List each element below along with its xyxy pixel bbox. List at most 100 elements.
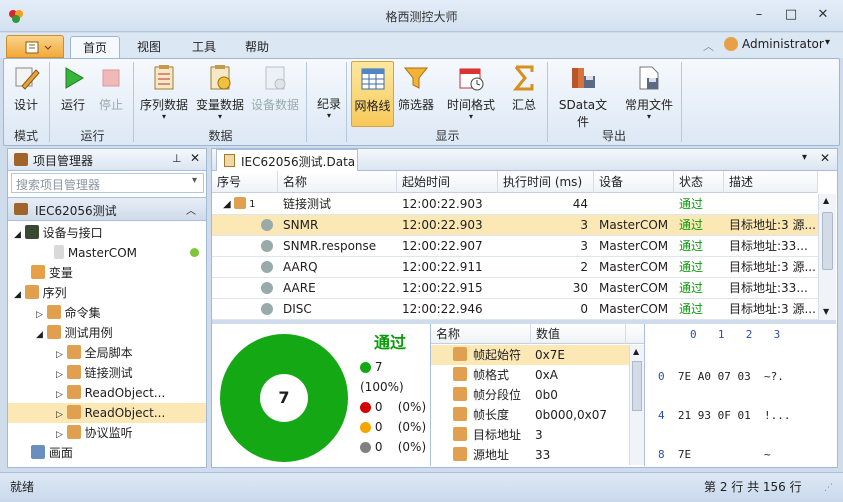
- tree-item-global-script[interactable]: ▷ 全局脚本: [8, 343, 206, 363]
- gridlines-toggle[interactable]: 网格线: [351, 61, 394, 127]
- table-row[interactable]: AARQ 12:00:22.911 2 MasterCOM 通过 目标地址:3 …: [212, 257, 818, 278]
- app-menu-button[interactable]: [6, 35, 64, 58]
- table-row[interactable]: SNMR.response 12:00:22.907 3 MasterCOM 通…: [212, 236, 818, 257]
- col-status[interactable]: 状态: [674, 171, 724, 193]
- props-col-value[interactable]: 数值: [531, 324, 626, 344]
- device-icon: [24, 225, 39, 239]
- tab-help[interactable]: 帮助: [233, 36, 281, 58]
- time-format-button[interactable]: 时间格式 ▾: [444, 61, 498, 121]
- project-panel-header: 项目管理器 ⊥ ✕: [8, 149, 206, 171]
- field-icon: [453, 347, 467, 361]
- sequence-data-button[interactable]: 序列数据 ▾: [138, 61, 190, 121]
- resize-grip-icon[interactable]: ⋰: [824, 483, 833, 493]
- sdata-file-button[interactable]: SData文件: [553, 61, 613, 129]
- legend-skip-icon: [360, 442, 371, 453]
- prop-row[interactable]: 目标地址 3: [431, 425, 629, 445]
- prop-row[interactable]: 帧分段位 0b0: [431, 385, 629, 405]
- stop-button[interactable]: 停止: [94, 61, 128, 121]
- tree-item-link-test[interactable]: ▷ 链接测试: [8, 363, 206, 383]
- run-button[interactable]: 运行: [56, 61, 90, 121]
- prop-row[interactable]: 帧长度 0b000,0x07: [431, 405, 629, 425]
- tree-item-readobject-2[interactable]: ▷ ReadObject...: [8, 403, 206, 423]
- legend-fail-icon: [360, 402, 371, 413]
- doc-close-icon[interactable]: ✕: [820, 151, 830, 165]
- filter-button[interactable]: 筛选器: [396, 61, 436, 121]
- collapse-ribbon-icon[interactable]: ︿: [703, 38, 714, 54]
- scroll-up-icon[interactable]: ▲: [633, 347, 639, 356]
- pin-icon[interactable]: ⊥: [172, 152, 182, 165]
- table-scrollbar[interactable]: ▲ ▼: [818, 194, 836, 320]
- common-file-button[interactable]: 常用文件 ▾: [622, 61, 676, 121]
- briefcase-icon: [14, 153, 28, 166]
- project-root[interactable]: IEC62056测试 ︿: [8, 197, 206, 221]
- data-file-icon: [224, 154, 235, 167]
- table-row[interactable]: DISC 12:00:22.946 0 MasterCOM 通过 目标地址:3 …: [212, 299, 818, 320]
- scroll-thumb[interactable]: [632, 361, 642, 411]
- folder-icon: [46, 325, 61, 339]
- collapse-icon[interactable]: ︿: [186, 202, 196, 217]
- panel-close-icon[interactable]: ✕: [190, 151, 200, 165]
- data-document-panel: IEC62056测试.Data ▾ ✕ 序号 名称 起始时间 执行时间 (ms)…: [211, 148, 838, 468]
- col-description[interactable]: 描述: [724, 171, 818, 193]
- tab-tools[interactable]: 工具: [180, 36, 228, 58]
- col-device[interactable]: 设备: [594, 171, 674, 193]
- command-icon: [261, 240, 273, 252]
- table-row[interactable]: SNMR 12:00:22.903 3 MasterCOM 通过 目标地址:3 …: [212, 215, 818, 236]
- doc-list-dropdown-icon[interactable]: ▾: [802, 152, 807, 163]
- tab-view[interactable]: 视图: [125, 36, 173, 58]
- close-icon[interactable]: ✕: [812, 6, 834, 24]
- col-index[interactable]: 序号: [212, 171, 278, 193]
- sum-icon: [510, 64, 538, 92]
- maximize-icon[interactable]: □: [780, 6, 802, 24]
- tree-item-screens[interactable]: 画面: [8, 443, 206, 463]
- user-name[interactable]: Administrator: [742, 37, 824, 51]
- group-mode: 模式: [13, 129, 38, 143]
- project-search-input[interactable]: 搜索项目管理器 ▾: [11, 173, 204, 193]
- search-dropdown-icon[interactable]: ▾: [192, 175, 197, 186]
- tree-item-protocol-monitor[interactable]: ▷ 协议监听: [8, 423, 206, 443]
- user-dropdown-icon[interactable]: ▾: [825, 37, 830, 48]
- legend-pass-icon: [360, 362, 371, 373]
- props-scrollbar[interactable]: ▲: [629, 345, 644, 465]
- command-icon: [261, 282, 273, 294]
- minimize-icon[interactable]: –: [748, 6, 770, 24]
- scroll-down-icon[interactable]: ▼: [823, 307, 829, 316]
- command-icon: [261, 219, 273, 231]
- tab-home[interactable]: 首页: [70, 36, 120, 58]
- record-button[interactable]: 纪录 ▾: [313, 61, 345, 121]
- prop-row[interactable]: 帧起始符 0x7E: [431, 345, 629, 365]
- pass-count: 7: [260, 374, 308, 422]
- tree-item-sequence[interactable]: ◢ 序列: [8, 283, 206, 303]
- doc-tab[interactable]: IEC62056测试.Data: [216, 149, 358, 171]
- filter-icon: [402, 64, 430, 92]
- scroll-thumb[interactable]: [822, 212, 833, 270]
- tree-item-variables[interactable]: 变量: [8, 263, 206, 283]
- group-export: 导出: [601, 129, 626, 143]
- tree-item-mastercom[interactable]: MasterCOM: [8, 243, 206, 263]
- table-row[interactable]: ◢ 1 链接测试 12:00:22.903 44 通过: [212, 194, 818, 215]
- panel-title: 项目管理器: [33, 154, 94, 168]
- summary-button[interactable]: 汇总: [506, 61, 542, 121]
- prop-row[interactable]: 帧格式 0xA: [431, 365, 629, 385]
- variable-data-button[interactable]: 变量数据 ▾: [194, 61, 246, 121]
- legend-warning-icon: [360, 422, 371, 433]
- row-indicator: 第 2 行 共 156 行: [704, 480, 802, 494]
- prop-row[interactable]: 源地址 33: [431, 445, 629, 465]
- project-tree: ◢ 设备与接口 MasterCOM 变量 ◢ 序列 ▷ 命令集 ◢ 测试用例 ▷…: [8, 223, 206, 463]
- table-row[interactable]: AARE 12:00:22.915 30 MasterCOM 通过 目标地址:3…: [212, 278, 818, 299]
- design-button[interactable]: 设计: [8, 61, 44, 121]
- col-exec-time[interactable]: 执行时间 (ms): [498, 171, 594, 193]
- scroll-up-icon[interactable]: ▲: [823, 196, 829, 205]
- tree-item-testcases[interactable]: ◢ 测试用例: [8, 323, 206, 343]
- col-start-time[interactable]: 起始时间: [397, 171, 498, 193]
- result-legend: 7 (100%) 0 (0%) 0 (0%) 0 (0%): [360, 360, 427, 454]
- grid-icon: [359, 65, 387, 93]
- field-icon: [453, 427, 467, 441]
- tree-item-commands[interactable]: ▷ 命令集: [8, 303, 206, 323]
- tree-item-readobject-1[interactable]: ▷ ReadObject...: [8, 383, 206, 403]
- summary-panel: 7 通过 7 (100%) 0 (0%) 0 (0%) 0 (0%): [212, 324, 427, 466]
- props-col-name[interactable]: 名称: [431, 324, 531, 344]
- tree-item-devices[interactable]: ◢ 设备与接口: [8, 223, 206, 243]
- col-name[interactable]: 名称: [278, 171, 397, 193]
- device-data-button[interactable]: 设备数据: [249, 61, 301, 121]
